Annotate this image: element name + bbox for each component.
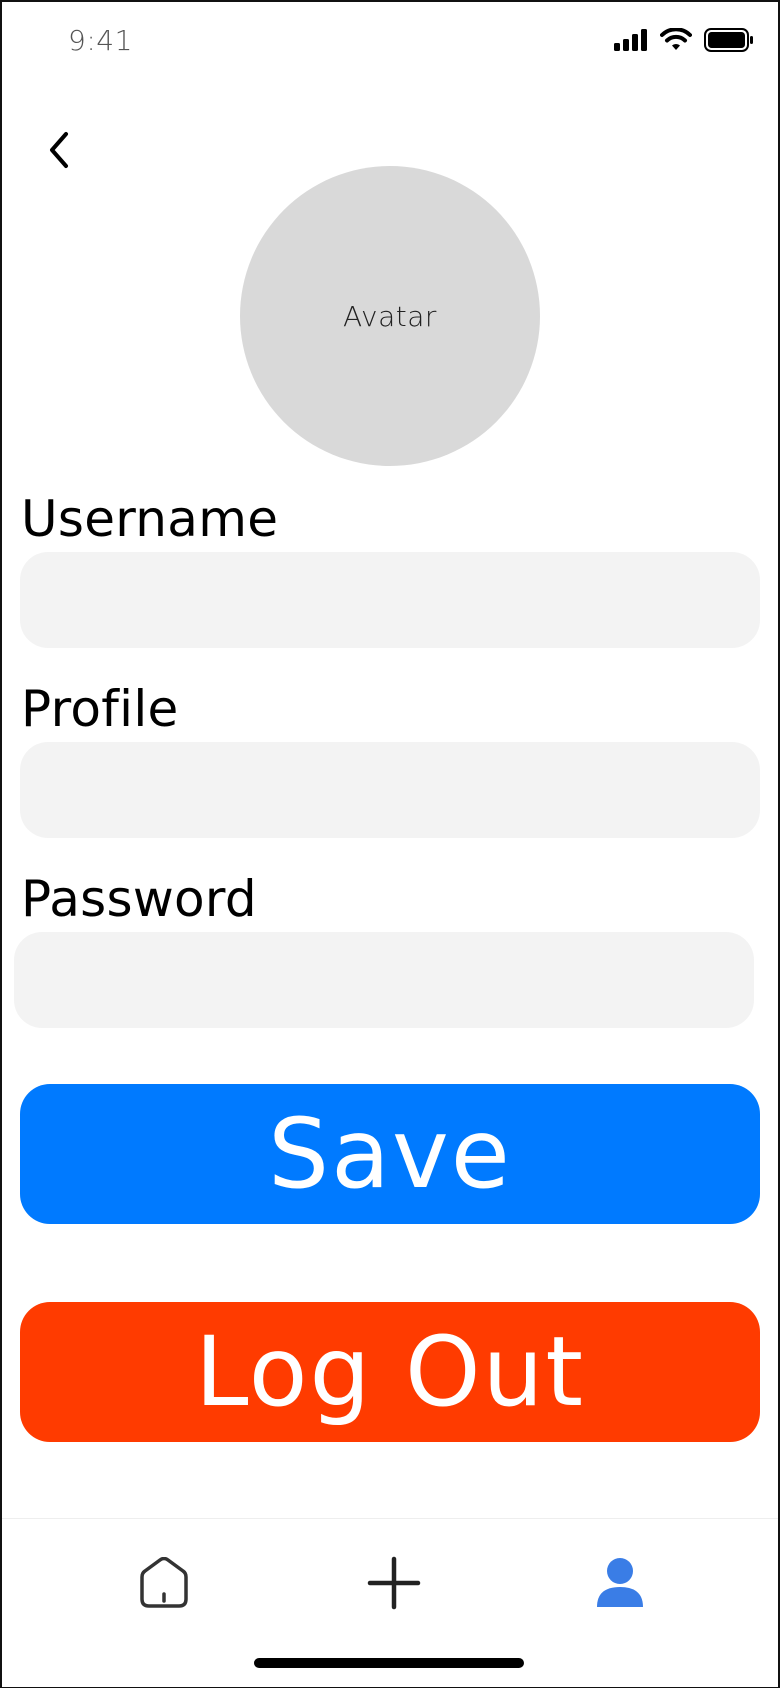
back-button[interactable] — [34, 120, 84, 180]
password-label: Password — [21, 870, 257, 928]
signal-icon — [614, 29, 647, 51]
logout-button[interactable]: Log Out — [20, 1302, 760, 1442]
wifi-icon — [660, 28, 692, 50]
avatar-label: Avatar — [343, 299, 437, 333]
tab-profile[interactable] — [580, 1543, 660, 1623]
profile-input[interactable] — [20, 742, 760, 838]
status-bar: 9:41 — [0, 0, 780, 90]
username-input[interactable] — [20, 552, 760, 648]
save-button[interactable]: Save — [20, 1084, 760, 1224]
avatar[interactable]: Avatar — [240, 166, 540, 466]
battery-icon — [704, 28, 753, 52]
username-label: Username — [21, 490, 279, 548]
profile-label: Profile — [21, 680, 179, 738]
tab-add[interactable] — [354, 1543, 434, 1623]
chevron-left-icon — [50, 132, 68, 168]
person-icon — [597, 1558, 643, 1607]
tab-home[interactable] — [124, 1543, 204, 1623]
status-time: 9:41 — [68, 24, 133, 57]
status-icons — [614, 28, 754, 52]
home-icon — [140, 1557, 188, 1608]
password-input[interactable] — [14, 932, 754, 1028]
home-indicator — [254, 1658, 524, 1668]
plus-icon — [367, 1556, 421, 1610]
